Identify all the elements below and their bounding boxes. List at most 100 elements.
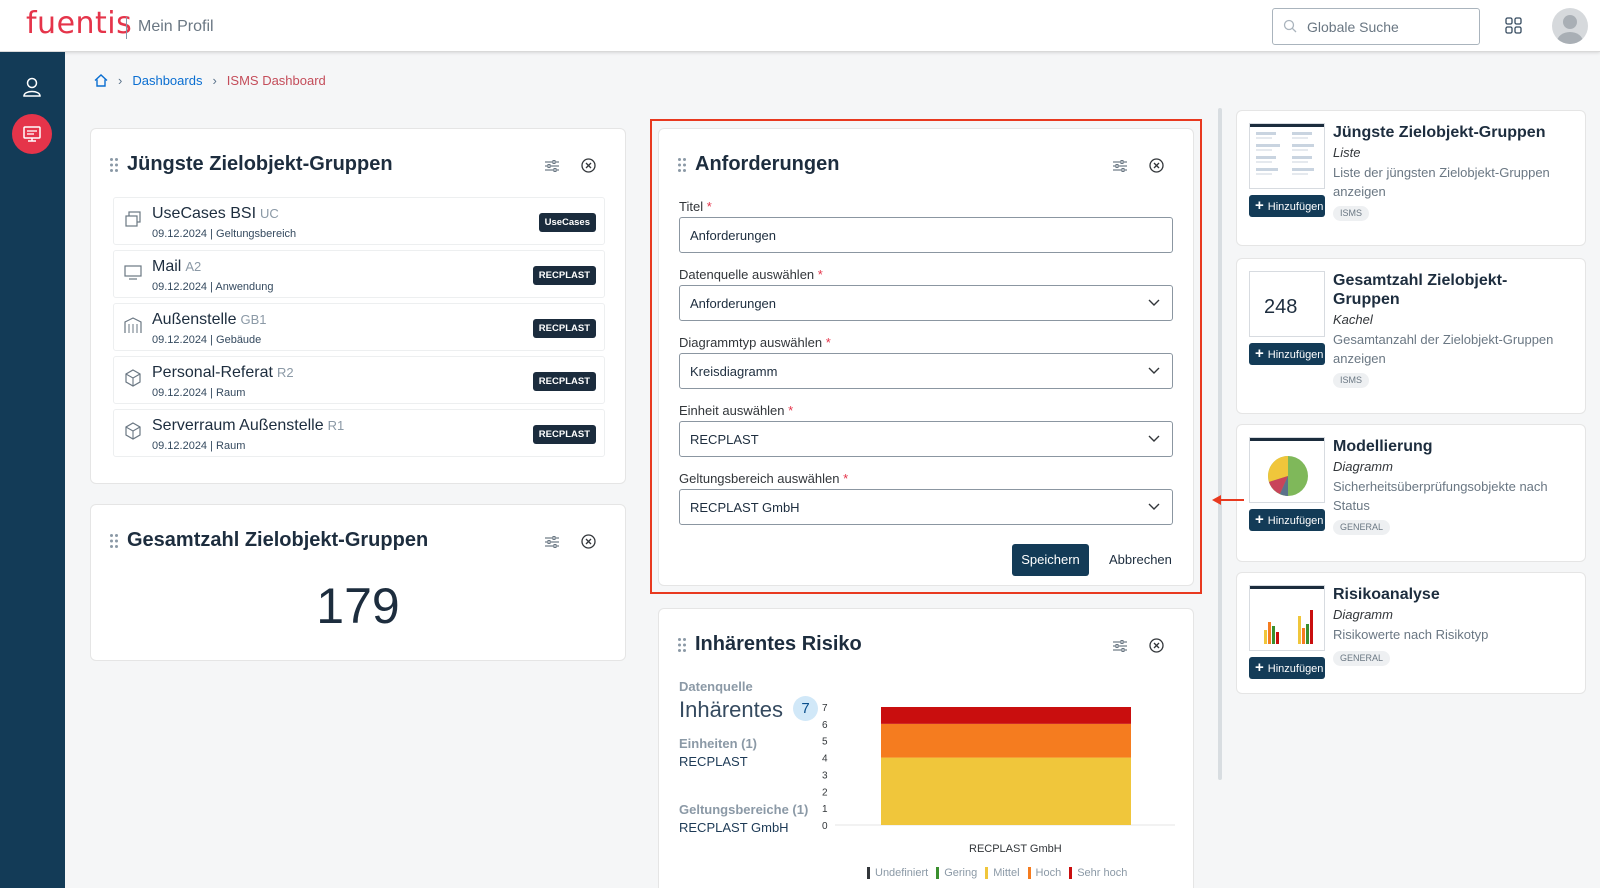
palette-item-type: Liste xyxy=(1333,145,1361,160)
item-meta: 09.12.2024 | Anwendung xyxy=(152,281,274,293)
search-placeholder: Globale Suche xyxy=(1307,19,1399,35)
breadcrumb: › Dashboards › ISMS Dashboard xyxy=(94,70,326,90)
list-item[interactable]: Serverraum Außenstelle R1 09.12.2024 | Ra… xyxy=(113,409,605,457)
palette-item-total-groups: 248 + Hinzufügen Gesamtzahl Zielobjekt-Gr… xyxy=(1236,258,1586,414)
item-meta: 09.12.2024 | Raum xyxy=(152,440,246,452)
bar-segment-mittel[interactable] xyxy=(881,757,1131,825)
list-item[interactable]: UseCases BSI UC 09.12.2024 | Geltungsbere… xyxy=(113,197,605,245)
y-tick-label: 7 xyxy=(822,703,828,714)
legend-item[interactable]: Undefiniert xyxy=(867,867,928,879)
item-name: Außenstelle GB1 xyxy=(152,311,267,328)
palette-item-description: Risikowerte nach Risikotyp xyxy=(1333,627,1489,642)
close-icon[interactable] xyxy=(1149,638,1164,653)
dashboard-icon xyxy=(23,126,41,142)
profile-icon[interactable] xyxy=(21,76,43,98)
logo-divider xyxy=(126,17,127,39)
side-navigation xyxy=(0,52,65,888)
legend-item[interactable]: Mittel xyxy=(985,867,1020,879)
add-widget-button[interactable]: + Hinzufügen xyxy=(1249,657,1325,679)
y-tick-label: 0 xyxy=(822,821,828,832)
list-item[interactable]: Personal-Referat R2 09.12.2024 | Raum REC… xyxy=(113,356,605,404)
settings-icon[interactable] xyxy=(545,535,559,549)
widget-title: Gesamtzahl Zielobjekt-Gruppen xyxy=(127,529,429,551)
legend-label: Sehr hoch xyxy=(1077,867,1128,879)
drag-handle-icon[interactable] xyxy=(109,533,119,549)
palette-item-description: Liste der jüngsten Zielobjekt-Gruppen an… xyxy=(1333,165,1550,199)
plus-icon: + xyxy=(1255,511,1264,528)
palette-scrollbar[interactable] xyxy=(1218,108,1222,780)
add-widget-button[interactable]: + Hinzufügen xyxy=(1249,343,1325,365)
palette-item-description: Gesamtanzahl der Zielobjekt-Gruppen anze… xyxy=(1333,332,1554,366)
building-icon xyxy=(124,317,142,333)
list-preview-thumbnail xyxy=(1249,123,1325,189)
y-tick-label: 6 xyxy=(822,720,828,731)
drag-handle-icon[interactable] xyxy=(109,157,119,173)
global-search-input[interactable]: Globale Suche xyxy=(1272,8,1480,45)
palette-item-risk-analysis: + Hinzufügen Risikoanalyse Diagramm Risik… xyxy=(1236,572,1586,694)
bar-segment-sehr-hoch[interactable] xyxy=(881,707,1131,724)
datasource-value: Inhärentes xyxy=(679,697,783,722)
add-widget-button[interactable]: + Hinzufügen xyxy=(1249,509,1325,531)
item-name: Personal-Referat R2 xyxy=(152,364,294,381)
dashboard-nav-button[interactable] xyxy=(12,114,52,154)
total-count: 179 xyxy=(316,578,400,634)
close-icon[interactable] xyxy=(581,534,596,549)
fuentis-logo[interactable]: fuentis xyxy=(26,6,132,41)
bar-preview-thumbnail xyxy=(1249,585,1325,651)
palette-item-description: Sicherheitsüberprüfungsobjekte nach Stat… xyxy=(1333,479,1548,513)
legend-label: Undefiniert xyxy=(875,867,929,879)
bar-segment-hoch[interactable] xyxy=(881,723,1131,758)
palette-item-type: Kachel xyxy=(1333,312,1373,327)
widget-header: Inhärentes Risiko xyxy=(677,633,862,656)
search-icon xyxy=(1283,19,1297,33)
scope-badge: RECPLAST xyxy=(532,425,596,444)
legend-swatch xyxy=(867,867,870,879)
units-value: RECPLAST xyxy=(679,754,748,769)
drag-handle-icon[interactable] xyxy=(677,637,687,653)
units-label: Einheiten (1) xyxy=(679,736,758,751)
scope-badge: UseCases xyxy=(538,213,596,232)
user-avatar[interactable] xyxy=(1552,8,1588,44)
scope-badge: RECPLAST xyxy=(532,266,596,285)
person-icon xyxy=(1557,15,1583,44)
item-name: UseCases BSI UC xyxy=(152,205,279,222)
breadcrumb-dashboards[interactable]: Dashboards xyxy=(132,73,202,88)
legend-swatch xyxy=(1069,867,1073,879)
item-meta: 09.12.2024 | Geltungsbereich xyxy=(152,228,297,240)
home-icon[interactable] xyxy=(94,73,108,87)
palette-item-tag: ISMS xyxy=(1333,373,1370,388)
legend-swatch xyxy=(985,867,989,879)
legend-item[interactable]: Gering xyxy=(936,867,977,879)
add-widget-button[interactable]: + Hinzufügen xyxy=(1249,195,1325,217)
legend-swatch xyxy=(936,867,940,879)
list-item[interactable]: Mail A2 09.12.2024 | Anwendung RECPLAST xyxy=(113,250,605,298)
scope-badge: RECPLAST xyxy=(532,372,596,391)
settings-icon[interactable] xyxy=(1113,639,1127,653)
palette-item-title: Gesamtzahl Zielobjekt-Gruppen xyxy=(1333,272,1508,308)
plus-icon: + xyxy=(1255,659,1264,676)
datasource-label: Datenquelle xyxy=(679,679,753,694)
palette-item-recent-groups: + Hinzufügen Jüngste Zielobjekt-Gruppen L… xyxy=(1236,110,1586,246)
app-title: Mein Profil xyxy=(138,18,214,35)
close-icon[interactable] xyxy=(581,158,596,173)
widget-title: Jüngste Zielobjekt-Gruppen xyxy=(127,153,393,175)
monitor-icon xyxy=(124,265,142,280)
y-tick-label: 2 xyxy=(822,787,828,798)
settings-icon[interactable] xyxy=(545,159,559,173)
legend-item[interactable]: Sehr hoch xyxy=(1069,867,1127,879)
y-tick-label: 1 xyxy=(822,804,828,815)
scopes-label: Geltungsbereiche (1) xyxy=(679,802,809,817)
cube-icon xyxy=(125,369,141,387)
palette-item-tag: GENERAL xyxy=(1333,651,1391,666)
app-grid-icon[interactable] xyxy=(1505,17,1522,34)
plus-icon: + xyxy=(1255,345,1264,362)
recent-groups-widget: Jüngste Zielobjekt-Gruppen UseCases BSI U… xyxy=(90,128,626,484)
y-tick-label: 3 xyxy=(822,770,828,781)
widget-header: Jüngste Zielobjekt-Gruppen xyxy=(109,153,393,176)
palette-item-tag: ISMS xyxy=(1333,206,1370,221)
list-item[interactable]: Außenstelle GB1 09.12.2024 | Gebäude RECP… xyxy=(113,303,605,351)
legend-item[interactable]: Hoch xyxy=(1027,867,1061,879)
item-name: Serverraum Außenstelle R1 xyxy=(152,417,345,434)
legend-swatch xyxy=(1027,867,1031,879)
palette-item-type: Diagramm xyxy=(1333,607,1393,622)
